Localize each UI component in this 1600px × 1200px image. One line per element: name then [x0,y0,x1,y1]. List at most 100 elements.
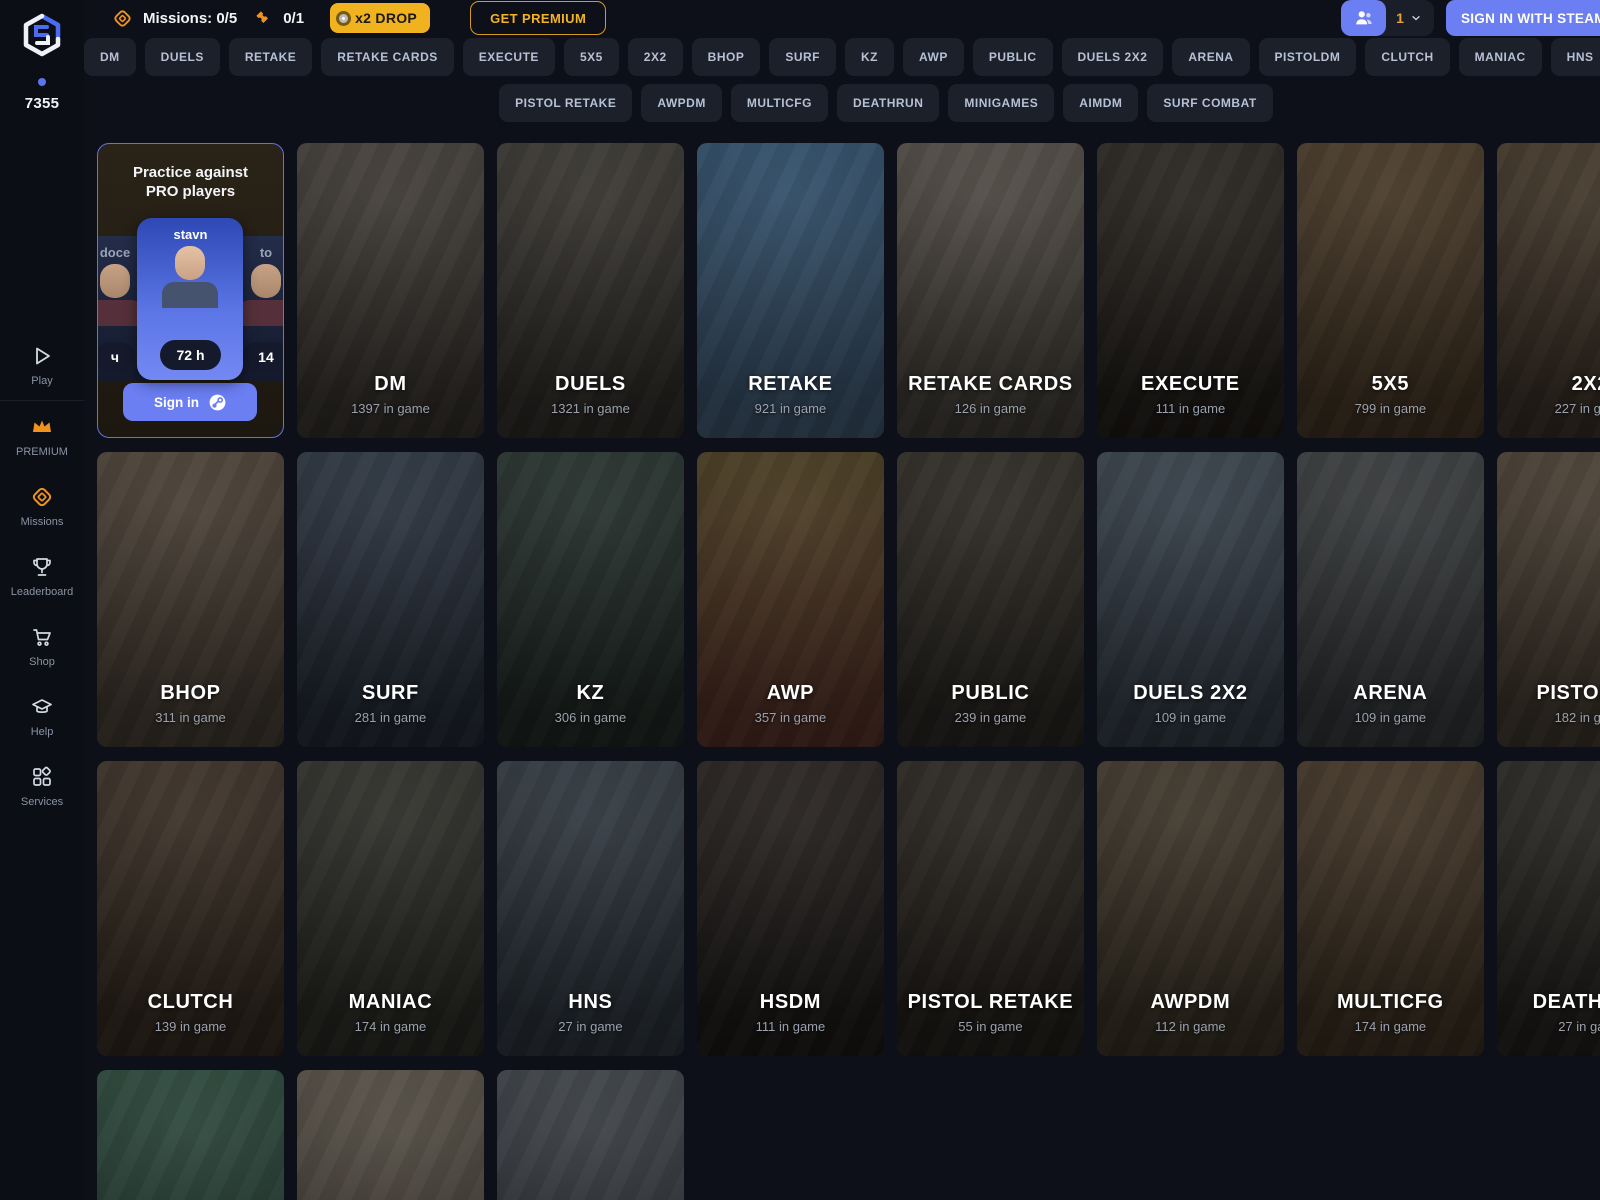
server-player-count: 55 in game [897,1019,1084,1034]
mode-filter-tabs: DMDUELSRETAKERETAKE CARDS EXECUTE5X52X2BH… [84,38,1600,122]
sidebar-item-shop[interactable]: Shop [0,611,84,681]
server-title: DEATHRUN [1497,991,1600,1014]
game-card-public[interactable]: PUBLIC 239 in game [897,452,1084,747]
server-player-count: 239 in game [897,710,1084,725]
server-image [297,1070,484,1200]
tab-clutch[interactable]: CLUTCH [1365,38,1449,76]
top-bar: Missions: 0/5 0/1 x2 DROP GET PREMIUM 1 [84,0,1600,36]
game-card-kz[interactable]: KZ 306 in game [497,452,684,747]
x2-drop-badge[interactable]: x2 DROP [330,3,430,33]
tab-retake[interactable]: RETAKE [229,38,312,76]
game-card-partial-24[interactable] [297,1070,484,1200]
promo-title: Practice against PRO players [115,164,265,202]
game-card-maniac[interactable]: MANIAC 174 in game [297,761,484,1056]
tab-bhop[interactable]: BHOP [692,38,761,76]
tab-surf[interactable]: SURF [769,38,836,76]
tab-maniac[interactable]: MANIAC [1459,38,1542,76]
server-player-count: 111 in game [697,1019,884,1034]
tab-duels-2x2[interactable]: DUELS 2X2 [1062,38,1164,76]
game-card-2x2[interactable]: 2X2 227 in game [1497,143,1600,438]
server-title: RETAKE [697,373,884,396]
sidebar-item-missions[interactable]: Missions [0,471,84,541]
sign-in-steam-button[interactable]: SIGN IN WITH STEAM [1446,0,1600,36]
sidebar: 7355 Play PREMIUM Missions Leaderboard S… [0,0,84,1200]
tab-2x2[interactable]: 2X2 [628,38,683,76]
tab-dm[interactable]: DM [84,38,136,76]
tab-awp[interactable]: AWP [903,38,964,76]
tab-hns[interactable]: HNS [1551,38,1600,76]
game-card-duels[interactable]: DUELS 1321 in game [497,143,684,438]
sidebar-item-play[interactable]: Play [0,330,84,400]
tabs-row-2: PISTOL RETAKEAWPDMMULTICFGDEATHRUNMINIGA… [84,84,1600,122]
game-card-retake-cards[interactable]: RETAKE CARDS 126 in game [897,143,1084,438]
tab-deathrun[interactable]: DEATHRUN [837,84,939,122]
game-card-retake[interactable]: RETAKE 921 in game [697,143,884,438]
server-player-count: 112 in game [1097,1019,1284,1034]
tickets-progress[interactable]: 0/1 [253,8,304,28]
brand-logo-icon[interactable] [19,12,65,58]
server-title: KZ [497,682,684,705]
tab-arena[interactable]: ARENA [1172,38,1249,76]
game-card-arena[interactable]: ARENA 109 in game [1297,452,1484,747]
game-card-partial-23[interactable] [97,1070,284,1200]
sidebar-item-premium[interactable]: PREMIUM [0,401,84,471]
tab-5x5[interactable]: 5X5 [564,38,619,76]
server-title: PUBLIC [897,682,1084,705]
sidebar-item-services[interactable]: Services [0,751,84,821]
game-card-duels-2x2[interactable]: DUELS 2X2 109 in game [1097,452,1284,747]
graduation-cap-icon [30,695,54,719]
server-title: BHOP [97,682,284,705]
game-card-clutch[interactable]: CLUTCH 139 in game [97,761,284,1056]
tab-execute[interactable]: EXECUTE [463,38,555,76]
game-card-surf[interactable]: SURF 281 in game [297,452,484,747]
sidebar-item-leaderboard[interactable]: Leaderboard [0,541,84,611]
game-card-partial-25[interactable] [497,1070,684,1200]
server-title: SURF [297,682,484,705]
game-card-multicfg[interactable]: MULTICFG 174 in game [1297,761,1484,1056]
online-dot-icon [38,78,46,86]
game-card-5x5[interactable]: 5X5 799 in game [1297,143,1484,438]
server-player-count: 27 in game [1497,1019,1600,1034]
tab-surf-combat[interactable]: SURF COMBAT [1147,84,1272,122]
sidebar-nav: Play PREMIUM Missions Leaderboard Shop H… [0,330,84,821]
online-counter: 7355 [25,78,60,112]
game-card-hns[interactable]: HNS 27 in game [497,761,684,1056]
tab-multicfg[interactable]: MULTICFG [731,84,828,122]
get-premium-button[interactable]: GET PREMIUM [470,1,606,35]
header-right: 1 SIGN IN WITH STEAM [1341,0,1600,36]
tab-pistol-retake[interactable]: PISTOL RETAKE [499,84,632,122]
promo-sign-in-button[interactable]: Sign in [123,383,257,421]
server-title: MANIAC [297,991,484,1014]
tab-public[interactable]: PUBLIC [973,38,1053,76]
game-card-awp[interactable]: AWP 357 in game [697,452,884,747]
game-card-dm[interactable]: DM 1397 in game [297,143,484,438]
player-count-dropdown[interactable]: 1 [1341,0,1434,36]
game-card-bhop[interactable]: BHOP 311 in game [97,452,284,747]
missions-progress[interactable]: Missions: 0/5 [112,8,237,29]
game-card-awpdm[interactable]: AWPDM 112 in game [1097,761,1284,1056]
server-title: AWPDM [1097,991,1284,1014]
game-card-deathrun[interactable]: DEATHRUN 27 in game [1497,761,1600,1056]
tab-pistoldm[interactable]: PISTOLDM [1259,38,1357,76]
game-card-pistol-retake[interactable]: PISTOL RETAKE 55 in game [897,761,1084,1056]
avatar [159,246,221,304]
tab-retake-cards[interactable]: RETAKE CARDS [321,38,453,76]
crown-icon [30,415,54,439]
pro-players-promo-card[interactable]: Practice against PRO players doce ч stav… [97,143,284,438]
missions-diamond-icon [112,8,133,29]
tab-kz[interactable]: KZ [845,38,894,76]
tab-minigames[interactable]: MINIGAMES [948,84,1054,122]
promo-player-carousel: doce ч stavn 72 h to 14 [108,214,273,384]
tab-aimdm[interactable]: AIMDM [1063,84,1138,122]
server-player-count: 311 in game [97,710,284,725]
steam-icon [208,393,227,412]
game-card-hsdm[interactable]: HSDM 111 in game [697,761,884,1056]
online-count: 7355 [25,95,60,112]
sidebar-item-help[interactable]: Help [0,681,84,751]
server-player-count: 182 in game [1497,710,1600,725]
game-card-execute[interactable]: EXECUTE 111 in game [1097,143,1284,438]
game-card-pistoldm[interactable]: PISTOLDM 182 in game [1497,452,1600,747]
tab-duels[interactable]: DUELS [145,38,220,76]
tab-awpdm[interactable]: AWPDM [641,84,722,122]
server-image [497,1070,684,1200]
